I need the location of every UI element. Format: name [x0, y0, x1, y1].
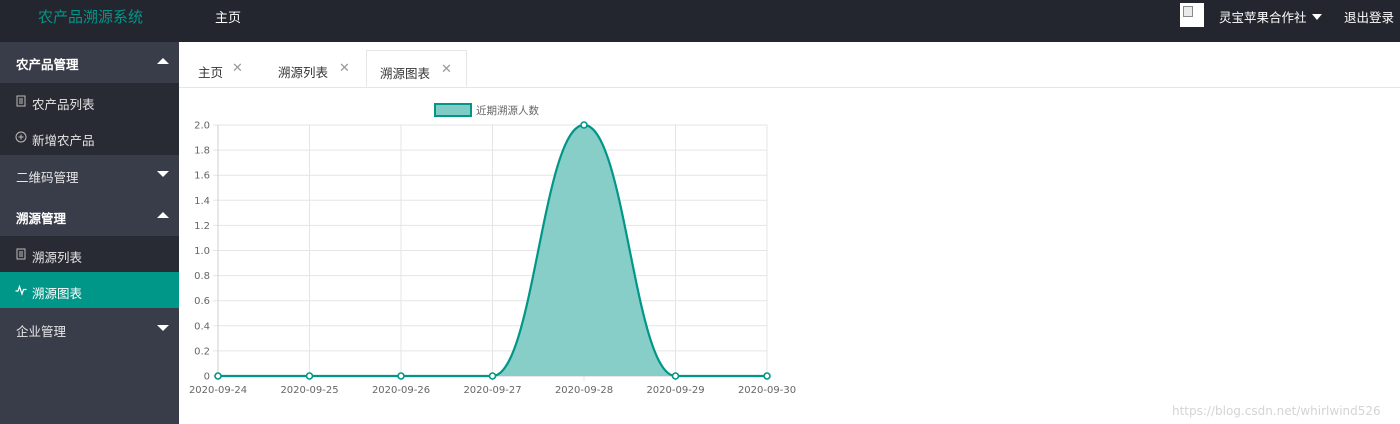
- data-point: [397, 372, 405, 380]
- x-tick-label: 2020-09-24: [189, 385, 247, 396]
- watermark: https://blog.csdn.net/whirlwind526: [1172, 404, 1381, 418]
- sidebar-item-add-product[interactable]: 新增农产品: [0, 119, 179, 155]
- sidebar-item-label: 农产品列表: [32, 97, 95, 112]
- y-tick-label: 1.2: [194, 221, 210, 232]
- top-nav-home[interactable]: 主页: [215, 7, 241, 26]
- sidebar-item-label: 新增农产品: [32, 133, 95, 148]
- y-tick-label: 0.8: [194, 271, 210, 282]
- x-tick-label: 2020-09-25: [280, 385, 338, 396]
- x-tick-label: 2020-09-26: [372, 385, 430, 396]
- tab-trace-list[interactable]: 溯源列表 ✕: [265, 50, 360, 87]
- legend-label: 近期溯源人数: [476, 104, 539, 117]
- tab-trace-chart[interactable]: 溯源图表 ✕: [366, 50, 467, 87]
- y-tick-label: 2.0: [194, 121, 210, 132]
- tab-home[interactable]: 主页 ✕: [185, 50, 257, 87]
- list-icon: [16, 248, 26, 260]
- caret-down-icon: [157, 325, 169, 331]
- caret-up-icon: [157, 58, 169, 64]
- caret-down-icon: [157, 171, 169, 177]
- chart-area: 0 0.2 0.4 0.6 0.8 1.0 1.2 1.4 1.6 1.8 2.0 2020-09-2…: [179, 88, 1400, 424]
- y-tick-label: 1.0: [194, 246, 210, 257]
- sidebar-group-qrcode[interactable]: 二维码管理: [0, 156, 179, 192]
- sidebar-group-label: 企业管理: [16, 324, 67, 339]
- app-logo-title[interactable]: 农产品溯源系统: [38, 6, 143, 27]
- top-header: 农产品溯源系统 主页 灵宝苹果合作社 退出登录: [0, 0, 1400, 42]
- x-tick-label: 2020-09-28: [555, 385, 613, 396]
- tab-label: 溯源列表: [278, 65, 329, 80]
- broken-image-icon: [1183, 6, 1193, 17]
- sidebar-item-product-list[interactable]: 农产品列表: [0, 83, 179, 119]
- pulse-icon: [15, 284, 27, 296]
- sidebar-group-products[interactable]: 农产品管理: [0, 43, 179, 79]
- y-tick-label: 1.6: [194, 171, 210, 182]
- close-icon[interactable]: ✕: [441, 63, 452, 76]
- tab-label: 主页: [198, 65, 224, 80]
- tab-bar: 主页 ✕ 溯源列表 ✕ 溯源图表 ✕: [179, 42, 1400, 88]
- sidebar-item-trace-chart[interactable]: 溯源图表: [0, 272, 179, 308]
- list-icon: [16, 95, 26, 107]
- y-tick-label: 0.6: [194, 296, 210, 307]
- user-avatar[interactable]: [1180, 3, 1204, 27]
- y-tick-label: 0.2: [194, 346, 210, 357]
- sidebar-group-label: 溯源管理: [16, 211, 67, 226]
- close-icon[interactable]: ✕: [232, 62, 243, 75]
- data-point: [580, 121, 588, 129]
- sidebar-group-company[interactable]: 企业管理: [0, 310, 179, 346]
- tab-label: 溯源图表: [380, 66, 431, 81]
- sidebar-item-label: 溯源列表: [32, 250, 83, 265]
- trace-area-chart: 0 0.2 0.4 0.6 0.8 1.0 1.2 1.4 1.6 1.8 2.0 2020-09-2…: [189, 103, 796, 396]
- y-tick-label: 1.8: [194, 146, 210, 157]
- x-tick-label: 2020-09-30: [738, 385, 796, 396]
- caret-down-icon: [1311, 14, 1322, 20]
- user-menu[interactable]: 灵宝苹果合作社: [1219, 7, 1322, 26]
- sidebar-item-trace-list[interactable]: 溯源列表: [0, 236, 179, 272]
- sidebar-group-label: 二维码管理: [16, 170, 79, 185]
- caret-up-icon: [157, 212, 169, 218]
- y-tick-label: 1.4: [194, 196, 210, 207]
- y-tick-label: 0.4: [194, 321, 210, 332]
- data-point: [305, 372, 314, 380]
- close-icon[interactable]: ✕: [339, 62, 350, 75]
- data-point: [763, 372, 771, 380]
- sidebar: 农产品管理 农产品列表 新增农产品 二维码管理 溯源管理 溯源列表 溯源图表 企…: [0, 42, 179, 424]
- data-point: [671, 372, 680, 380]
- legend-swatch: [434, 103, 472, 117]
- plus-circle-icon: [15, 131, 27, 143]
- data-point: [214, 372, 222, 380]
- sidebar-group-trace[interactable]: 溯源管理: [0, 197, 179, 233]
- data-point: [488, 372, 497, 380]
- user-name: 灵宝苹果合作社: [1219, 10, 1307, 25]
- y-tick-label: 0: [204, 372, 210, 383]
- x-tick-label: 2020-09-27: [463, 385, 521, 396]
- x-tick-label: 2020-09-29: [646, 385, 704, 396]
- sidebar-group-label: 农产品管理: [16, 57, 79, 72]
- sidebar-item-label: 溯源图表: [32, 286, 83, 301]
- logout-link[interactable]: 退出登录: [1344, 7, 1394, 26]
